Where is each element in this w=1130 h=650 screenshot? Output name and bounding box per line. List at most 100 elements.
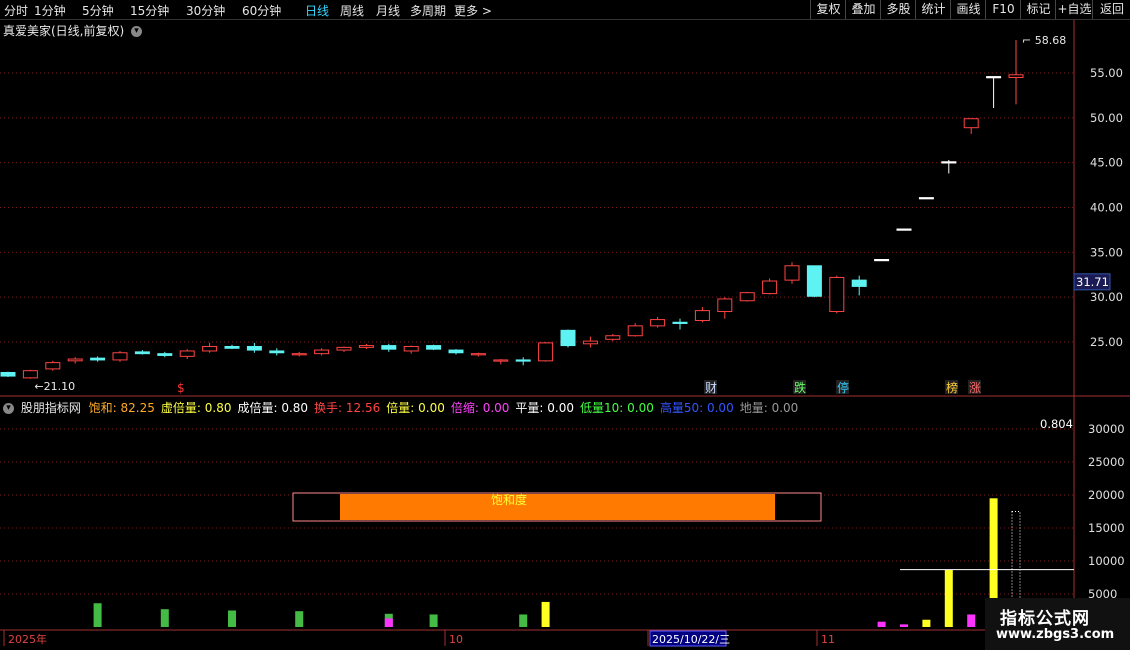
- candle-body: [224, 345, 240, 349]
- candle-body: [784, 265, 800, 281]
- volume-bar: [967, 614, 976, 627]
- candle-body: [381, 345, 397, 350]
- candle-body: [90, 357, 106, 361]
- candle-body: [291, 353, 307, 356]
- price-tick-label: 25.00: [1090, 335, 1123, 349]
- candle-body: [470, 353, 486, 356]
- chevron-down-icon[interactable]: ▾: [3, 403, 14, 414]
- candle-body: [22, 370, 38, 379]
- candle-body: [560, 329, 576, 347]
- event-marker: 财: [705, 381, 717, 395]
- candle-body: [0, 371, 16, 377]
- volume-bar: [384, 618, 393, 627]
- saturation-label: 饱和度: [491, 492, 527, 507]
- indicator-field-3: 换手: 12.56: [314, 401, 381, 415]
- indicator-field-4: 倍量: 0.00: [386, 401, 445, 415]
- candle-body: [269, 350, 285, 354]
- candle-body: [426, 345, 442, 350]
- candle-body: [717, 298, 733, 313]
- date-label: 10: [449, 633, 463, 646]
- candle-body: [986, 76, 1002, 79]
- price-tick-label: 35.00: [1090, 245, 1123, 259]
- candle-body: [358, 345, 374, 348]
- volume-bar: [295, 611, 304, 627]
- candle-body: [694, 310, 710, 321]
- volume-bar: [944, 569, 953, 627]
- candle-body: [179, 350, 195, 357]
- candle-body: [896, 228, 912, 231]
- indicator-field-1: 虚倍量: 0.80: [160, 401, 232, 415]
- candle-body: [806, 265, 822, 297]
- candle-body: [650, 319, 666, 327]
- current-price-label: 31.71: [1076, 275, 1109, 289]
- indicator-legend: ▾ 股朋指标网 饱和: 82.25 虚倍量: 0.80 成倍量: 0.80 换手: 1…: [3, 399, 804, 416]
- event-marker: 涨: [969, 380, 981, 395]
- volume-bar: [519, 614, 528, 627]
- date-label: 2025/10/22/三: [652, 633, 730, 646]
- volume-bar: [429, 614, 438, 627]
- candle-body: [605, 335, 621, 340]
- volume-bar: [900, 624, 908, 627]
- candle-body: [336, 346, 352, 351]
- indicator-name[interactable]: 股朋指标网: [21, 401, 81, 415]
- candle-body: [739, 292, 755, 302]
- candle-body: [874, 259, 890, 262]
- volume-bar: [160, 609, 169, 627]
- watermark-url: www.zbgs3.com: [996, 627, 1115, 642]
- candle-body: [582, 340, 598, 345]
- candle-body: [829, 276, 845, 313]
- price-tick-label: 55.00: [1090, 66, 1123, 80]
- candle-body: [45, 362, 61, 370]
- event-marker: 停: [837, 380, 849, 395]
- volume-tick-label: 30000: [1088, 422, 1125, 436]
- indicator-field-8: 高量50: 0.00: [659, 401, 734, 415]
- candle-body: [202, 345, 218, 352]
- watermark-title: 指标公式网: [1000, 609, 1090, 629]
- volume-bar: [228, 610, 236, 627]
- price-tick-label: 45.00: [1090, 156, 1123, 170]
- indicator-field-6: 平量: 0.00: [515, 401, 574, 415]
- volume-bar: [541, 601, 550, 627]
- event-marker: 榜: [946, 380, 958, 395]
- candle-body: [851, 279, 867, 287]
- candle-body: [538, 342, 554, 362]
- event-marker: $: [177, 381, 185, 395]
- volume-bar: [922, 619, 931, 627]
- candle-body: [314, 349, 330, 355]
- candle-body: [963, 118, 979, 129]
- candle-body: [627, 325, 643, 337]
- indicator-top-value: 0.804: [1040, 417, 1073, 431]
- candle-body: [448, 349, 464, 354]
- volume-tick-label: 10000: [1088, 554, 1125, 568]
- low-price-label: ←21.10: [34, 380, 75, 393]
- date-label: 2025年: [8, 632, 47, 646]
- indicator-field-9: 地量: 0.00: [739, 401, 799, 415]
- candle-body: [515, 359, 531, 362]
- kline-chart[interactable]: 55.00 50.00 45.00 40.00 35.00 30.00 25.00 31.71…: [0, 0, 1130, 650]
- price-tick-label: 50.00: [1090, 111, 1123, 125]
- price-tick-label: 30.00: [1090, 290, 1123, 304]
- volume-tick-label: 20000: [1088, 488, 1125, 502]
- candle-body: [1008, 74, 1024, 78]
- candle-body: [941, 161, 957, 164]
- price-tick-label: 40.00: [1090, 201, 1123, 215]
- candle-body: [762, 280, 778, 295]
- high-price-label: ⌐ 58.68: [1022, 34, 1066, 47]
- indicator-field-2: 成倍量: 0.80: [237, 401, 309, 415]
- candle-body: [246, 345, 262, 351]
- candle-body: [134, 351, 150, 355]
- candle-body: [67, 358, 83, 362]
- volume-bar: [93, 603, 102, 627]
- candle-body: [112, 352, 128, 361]
- candle-body: [918, 197, 934, 200]
- candle-body: [672, 321, 688, 324]
- candle-body: [403, 345, 419, 352]
- indicator-field-0: 饱和: 82.25: [88, 401, 155, 415]
- volume-bar: [877, 621, 886, 627]
- indicator-field-5: 倍缩: 0.00: [450, 401, 510, 415]
- saturation-fill: [340, 494, 775, 520]
- event-marker: 跌: [794, 380, 806, 395]
- candle-body: [493, 359, 509, 362]
- volume-tick-label: 15000: [1088, 521, 1125, 535]
- candle-body: [157, 353, 173, 356]
